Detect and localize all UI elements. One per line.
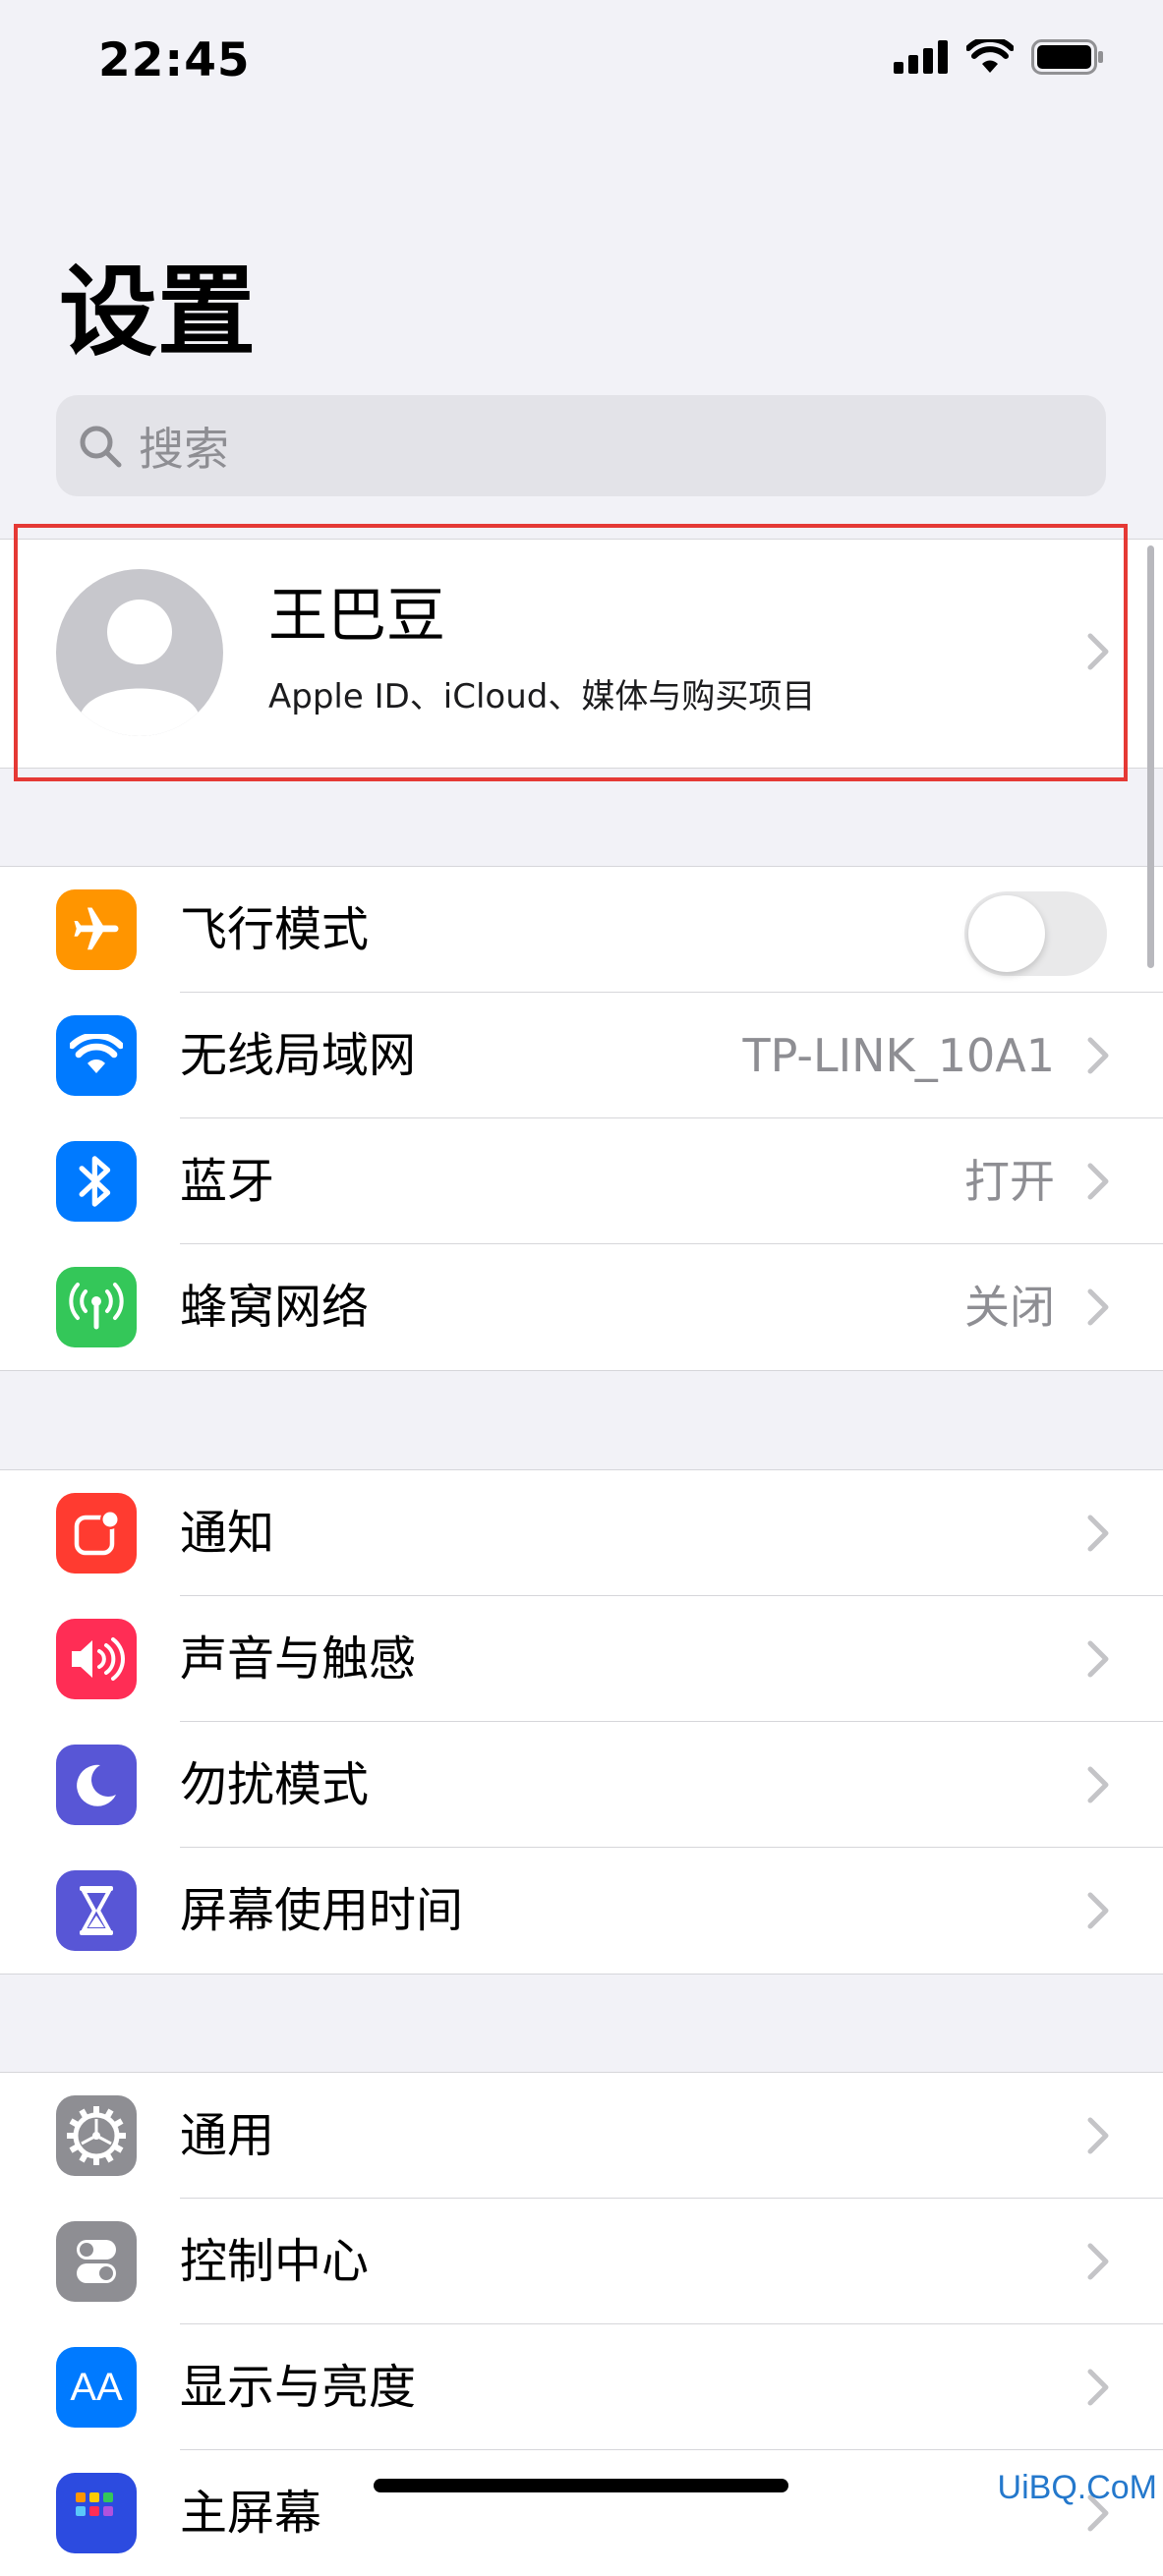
home-screen-icon — [56, 2473, 137, 2553]
row-label: 通用 — [180, 2108, 275, 2163]
chevron-right-icon — [1087, 2243, 1109, 2280]
chevron-right-icon — [1087, 1288, 1109, 1326]
row-control-center[interactable]: 控制中心 — [0, 2199, 1163, 2324]
search-bar[interactable]: 搜索 — [56, 395, 1106, 496]
toggle-knob — [968, 895, 1045, 972]
row-label: 飞行模式 — [180, 902, 370, 957]
search-placeholder: 搜索 — [139, 422, 229, 476]
chevron-right-icon — [1087, 1163, 1109, 1200]
status-time: 22:45 — [98, 33, 251, 87]
notifications-group: 通知 声音与触感 勿扰模式 屏幕使用时间 — [0, 1469, 1163, 1975]
row-label: 屏幕使用时间 — [180, 1883, 464, 1938]
row-value: TP-LINK_10A1 — [742, 1029, 1055, 1082]
row-cellular[interactable]: 蜂窝网络 关闭 — [0, 1244, 1163, 1370]
home-indicator[interactable] — [374, 2479, 788, 2492]
wifi-icon — [56, 1015, 137, 1096]
row-airplane-mode[interactable]: 飞行模式 — [0, 867, 1163, 993]
row-label: 控制中心 — [180, 2234, 370, 2289]
hourglass-icon — [56, 1870, 137, 1951]
battery-icon — [1031, 39, 1103, 75]
row-general[interactable]: 通用 — [0, 2073, 1163, 2199]
row-label: 主屏幕 — [180, 2486, 322, 2541]
row-label: 无线局域网 — [180, 1028, 417, 1083]
row-display-brightness[interactable]: AA 显示与亮度 — [0, 2324, 1163, 2450]
gear-icon — [56, 2095, 137, 2176]
row-label: 蓝牙 — [180, 1154, 275, 1209]
control-center-icon — [56, 2221, 137, 2302]
row-sounds-haptics[interactable]: 声音与触感 — [0, 1596, 1163, 1722]
row-label: 蜂窝网络 — [180, 1280, 370, 1335]
airplane-mode-toggle[interactable] — [964, 891, 1107, 976]
chevron-right-icon — [1087, 1037, 1109, 1074]
airplane-icon — [56, 889, 137, 970]
status-bar: 22:45 — [0, 0, 1163, 128]
moon-icon — [56, 1745, 137, 1825]
row-notifications[interactable]: 通知 — [0, 1470, 1163, 1596]
row-label: 声音与触感 — [180, 1631, 417, 1687]
page-title: 设置 — [59, 255, 256, 370]
row-wifi[interactable]: 无线局域网 TP-LINK_10A1 — [0, 993, 1163, 1118]
connectivity-group: 飞行模式 无线局域网 TP-LINK_10A1 蓝牙 打开 蜂窝网络 关闭 — [0, 866, 1163, 1371]
row-home-screen[interactable]: 主屏幕 — [0, 2450, 1163, 2576]
sound-icon — [56, 1619, 137, 1699]
row-value: 关闭 — [964, 1281, 1055, 1334]
chevron-right-icon — [1087, 1892, 1109, 1929]
bluetooth-icon — [56, 1141, 137, 1222]
highlight-box — [14, 524, 1128, 781]
display-icon-text: AA — [70, 2365, 123, 2409]
status-icons — [894, 39, 1104, 75]
chevron-right-icon — [1087, 1766, 1109, 1803]
row-bluetooth[interactable]: 蓝牙 打开 — [0, 1118, 1163, 1244]
chevron-right-icon — [1087, 2117, 1109, 2154]
signal-icon — [894, 40, 948, 74]
chevron-right-icon — [1087, 2369, 1109, 2406]
general-group: 通用 控制中心 AA 显示与亮度 主屏幕 — [0, 2072, 1163, 2576]
row-label: 通知 — [180, 1506, 275, 1561]
row-do-not-disturb[interactable]: 勿扰模式 — [0, 1722, 1163, 1848]
row-label: 勿扰模式 — [180, 1757, 370, 1812]
notifications-icon — [56, 1493, 137, 1574]
chevron-right-icon — [1087, 1640, 1109, 1678]
row-value: 打开 — [964, 1155, 1055, 1208]
cellular-icon — [56, 1267, 137, 1347]
display-icon: AA — [56, 2347, 137, 2428]
watermark: UiBQ.CoM — [997, 2469, 1157, 2506]
chevron-right-icon — [1087, 1515, 1109, 1552]
search-icon — [80, 426, 122, 467]
scrollbar[interactable] — [1147, 545, 1154, 968]
wifi-status-icon — [966, 39, 1014, 73]
row-screen-time[interactable]: 屏幕使用时间 — [0, 1848, 1163, 1974]
row-label: 显示与亮度 — [180, 2360, 417, 2415]
